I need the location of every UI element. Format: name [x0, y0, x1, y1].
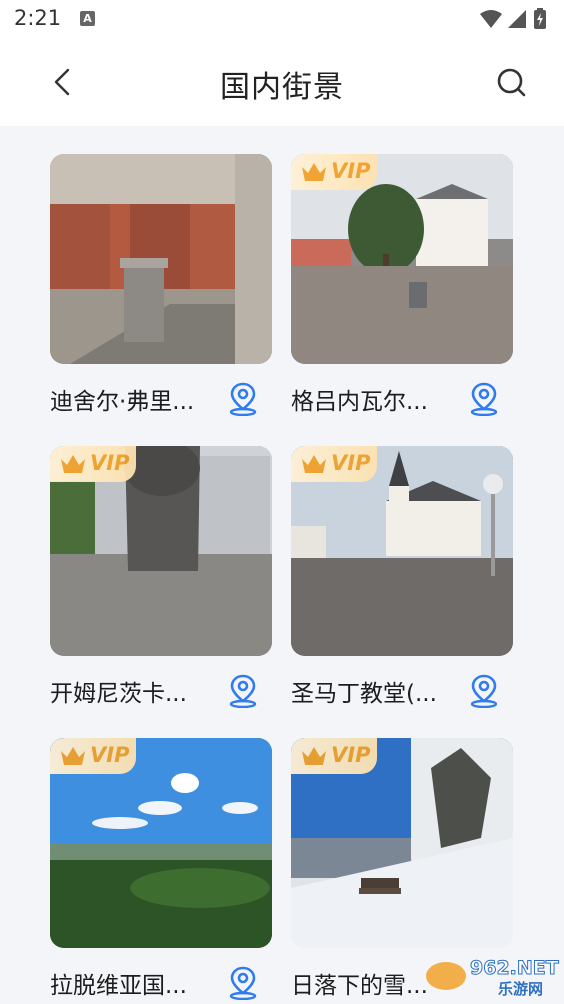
location-pin-icon	[470, 382, 498, 417]
card-title: 圣马丁教堂(...	[291, 681, 437, 707]
site-watermark: 962.NET 乐游网	[424, 952, 560, 1000]
vip-badge: VIP	[291, 738, 377, 774]
card-thumbnail[interactable]: VIP	[291, 154, 513, 364]
streetview-grid: 迪舍尔·弗里... VIP 格吕内瓦尔... VIP 开姆尼茨卡... VIP …	[0, 126, 564, 1004]
location-button[interactable]	[226, 380, 260, 417]
status-icons	[480, 8, 546, 29]
status-bar: 2:21 A	[0, 0, 564, 38]
search-button[interactable]	[492, 62, 532, 102]
signal-icon	[508, 10, 526, 28]
watermark-logo: 962.NET 乐游网	[426, 957, 559, 998]
streetview-card[interactable]: 迪舍尔·弗里...	[50, 154, 272, 417]
location-pin-icon	[229, 966, 257, 1001]
crown-icon	[61, 455, 85, 473]
location-pin-icon	[470, 674, 498, 709]
streetview-card[interactable]: VIP 拉脱维亚国...	[50, 738, 272, 1001]
vip-badge: VIP	[50, 738, 136, 774]
card-title: 格吕内瓦尔...	[291, 389, 428, 415]
card-thumbnail[interactable]: VIP	[50, 446, 272, 656]
card-title: 拉脱维亚国...	[50, 973, 187, 999]
vip-label: VIP	[331, 451, 371, 475]
vip-label: VIP	[90, 743, 130, 767]
thumbnail-image	[50, 154, 272, 364]
crown-icon	[302, 163, 326, 181]
crown-icon	[302, 747, 326, 765]
vip-badge: VIP	[50, 446, 136, 482]
wifi-icon	[480, 10, 502, 28]
location-button[interactable]	[467, 672, 501, 709]
streetview-card[interactable]: VIP 格吕内瓦尔...	[291, 154, 513, 417]
card-thumbnail[interactable]: VIP	[291, 738, 513, 948]
status-time: 2:21	[14, 6, 62, 30]
crown-icon	[61, 747, 85, 765]
card-thumbnail[interactable]: VIP	[291, 446, 513, 656]
location-button[interactable]	[226, 672, 260, 709]
top-nav-bar: 国内街景	[0, 38, 564, 126]
battery-icon	[534, 8, 546, 29]
search-icon	[497, 68, 526, 97]
vip-label: VIP	[331, 743, 371, 767]
notification-app-icon: A	[80, 11, 95, 26]
card-title: 开姆尼茨卡...	[50, 681, 187, 707]
page-title: 国内街景	[220, 70, 344, 105]
watermark-text-bottom: 乐游网	[498, 980, 543, 998]
vip-label: VIP	[90, 451, 130, 475]
card-thumbnail[interactable]	[50, 154, 272, 364]
streetview-card[interactable]: VIP 开姆尼茨卡...	[50, 446, 272, 709]
location-button[interactable]	[226, 964, 260, 1001]
streetview-card[interactable]: VIP 圣马丁教堂(...	[291, 446, 513, 709]
vip-badge: VIP	[291, 154, 377, 190]
vip-label: VIP	[331, 159, 371, 183]
watermark-text-top: 962.NET	[470, 957, 559, 979]
vip-badge: VIP	[291, 446, 377, 482]
crown-icon	[302, 455, 326, 473]
card-title: 迪舍尔·弗里...	[50, 389, 195, 415]
location-pin-icon	[229, 382, 257, 417]
location-pin-icon	[229, 674, 257, 709]
location-button[interactable]	[467, 380, 501, 417]
card-thumbnail[interactable]: VIP	[50, 738, 272, 948]
